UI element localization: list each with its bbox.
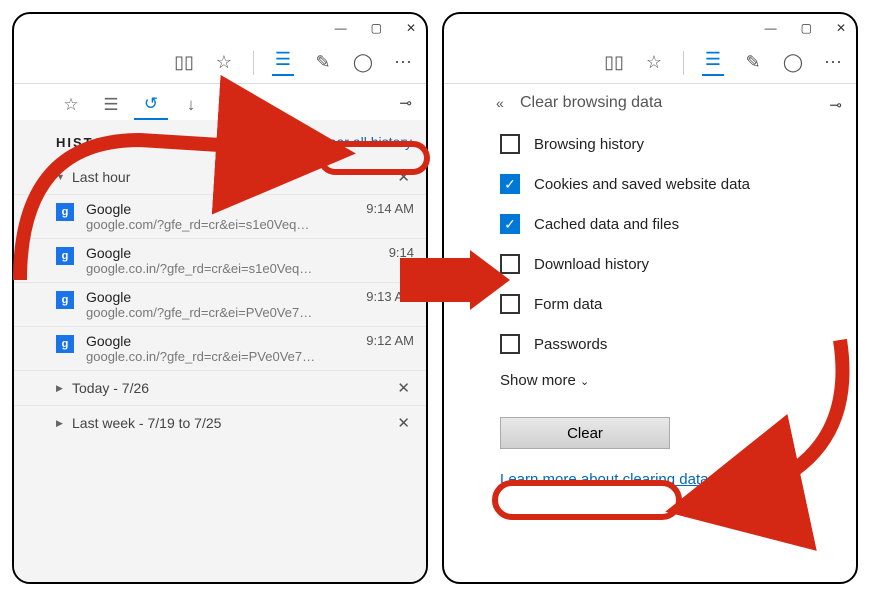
browser-toolbar: ▯▯ ☆ ☰ ✎ ◯ ⋯ xyxy=(14,42,426,84)
maximize-button[interactable]: ▢ xyxy=(371,21,382,35)
pin-icon[interactable]: ⊸ xyxy=(829,96,842,114)
history-group-last-hour[interactable]: ▼ Last hour ✕ xyxy=(14,160,426,194)
entry-time: 9:13 AM xyxy=(362,289,414,320)
entry-time: 9:14 AM xyxy=(362,201,414,232)
history-entry[interactable]: g Google google.com/?gfe_rd=cr&ei=s1e0Ve… xyxy=(14,194,426,238)
maximize-button[interactable]: ▢ xyxy=(801,21,812,35)
option-cookies[interactable]: ✓ Cookies and saved website data xyxy=(500,164,836,204)
google-favicon-icon: g xyxy=(56,291,74,309)
downloads-tab-icon[interactable]: ↓ xyxy=(174,90,208,120)
clear-data-header: « Clear browsing data ⊸ xyxy=(444,84,856,120)
option-form-data[interactable]: Form data xyxy=(500,284,836,324)
google-favicon-icon: g xyxy=(56,335,74,353)
entry-time: 9:14 xyxy=(385,245,414,276)
show-more-link[interactable]: Show more ⌄ xyxy=(444,364,856,389)
option-label: Cached data and files xyxy=(534,216,679,233)
delete-group-icon[interactable]: ✕ xyxy=(397,414,414,432)
checkbox-checked-icon[interactable]: ✓ xyxy=(500,214,520,234)
chevron-right-icon: ▶ xyxy=(56,418,72,429)
chevron-down-icon: ▼ xyxy=(56,172,72,182)
history-heading: HISTORY xyxy=(56,135,127,150)
learn-more-link[interactable]: Learn more about clearing data xyxy=(500,471,856,489)
option-label: Cookies and saved website data xyxy=(534,176,750,193)
delete-group-icon[interactable]: ✕ xyxy=(397,379,414,397)
favorite-star-icon[interactable]: ☆ xyxy=(213,52,235,73)
checkbox-icon[interactable] xyxy=(500,334,520,354)
history-group-label: Last week - 7/19 to 7/25 xyxy=(72,415,221,431)
history-tab-icon[interactable]: ↺ xyxy=(134,90,168,120)
history-group-today[interactable]: ▶ Today - 7/26 ✕ xyxy=(14,370,426,405)
option-cached[interactable]: ✓ Cached data and files xyxy=(500,204,836,244)
clear-options-list: Browsing history ✓ Cookies and saved web… xyxy=(444,120,856,364)
clear-all-history-link[interactable]: Clear all history xyxy=(316,134,412,150)
clear-button[interactable]: Clear xyxy=(500,417,670,449)
entry-title: Google xyxy=(86,289,362,305)
edge-window-clear-data: — ▢ ✕ ▯▯ ☆ ☰ ✎ ◯ ⋯ « Clear browsing data… xyxy=(442,12,858,584)
entry-time: 9:12 AM xyxy=(362,333,414,364)
google-favicon-icon: g xyxy=(56,247,74,265)
option-download-history[interactable]: Download history xyxy=(500,244,836,284)
more-icon[interactable]: ⋯ xyxy=(822,52,844,73)
entry-title: Google xyxy=(86,333,362,349)
entry-url: google.co.in/?gfe_rd=cr&ei=PVe0Ve7eNIu xyxy=(86,349,316,364)
option-passwords[interactable]: Passwords xyxy=(500,324,836,364)
reading-view-icon[interactable]: ▯▯ xyxy=(173,52,195,73)
entry-url: google.com/?gfe_rd=cr&ei=PVe0Ve7eNIu xyxy=(86,305,316,320)
browser-toolbar: ▯▯ ☆ ☰ ✎ ◯ ⋯ xyxy=(444,42,856,84)
history-group-label: Last hour xyxy=(72,169,130,185)
entry-url: google.com/?gfe_rd=cr&ei=s1e0Veq3DoO xyxy=(86,217,316,232)
reading-view-icon[interactable]: ▯▯ xyxy=(603,52,625,73)
webnote-icon[interactable]: ✎ xyxy=(312,52,334,73)
history-group-last-week[interactable]: ▶ Last week - 7/19 to 7/25 ✕ xyxy=(14,405,426,440)
google-favicon-icon: g xyxy=(56,203,74,221)
minimize-button[interactable]: — xyxy=(335,21,347,35)
pin-icon[interactable]: ⊸ xyxy=(399,94,412,112)
minimize-button[interactable]: — xyxy=(765,21,777,35)
entry-title: Google xyxy=(86,201,362,217)
toolbar-separator xyxy=(683,51,684,75)
window-titlebar: — ▢ ✕ xyxy=(444,14,856,42)
hub-tabs: ☆ ☰ ↺ ↓ ⊸ xyxy=(14,84,426,120)
entry-url: google.co.in/?gfe_rd=cr&ei=s1e0Veq3DoO xyxy=(86,261,316,276)
option-label: Passwords xyxy=(534,336,607,353)
history-entry[interactable]: g Google google.com/?gfe_rd=cr&ei=PVe0Ve… xyxy=(14,282,426,326)
reading-list-tab-icon[interactable]: ☰ xyxy=(94,90,128,120)
close-button[interactable]: ✕ xyxy=(836,21,846,35)
back-chevron-icon[interactable]: « xyxy=(496,95,504,111)
delete-group-icon[interactable]: ✕ xyxy=(397,168,414,186)
share-icon[interactable]: ◯ xyxy=(782,52,804,73)
history-entry[interactable]: g Google google.co.in/?gfe_rd=cr&ei=PVe0… xyxy=(14,326,426,370)
favorites-tab-icon[interactable]: ☆ xyxy=(54,90,88,120)
chevron-down-icon: ⌄ xyxy=(580,376,589,388)
history-group-label: Today - 7/26 xyxy=(72,380,149,396)
window-titlebar: — ▢ ✕ xyxy=(14,14,426,42)
checkbox-icon[interactable] xyxy=(500,134,520,154)
checkbox-icon[interactable] xyxy=(500,294,520,314)
webnote-icon[interactable]: ✎ xyxy=(742,52,764,73)
entry-title: Google xyxy=(86,245,385,261)
panel-title: Clear browsing data xyxy=(520,94,662,112)
history-entry[interactable]: g Google google.co.in/?gfe_rd=cr&ei=s1e0… xyxy=(14,238,426,282)
checkbox-icon[interactable] xyxy=(500,254,520,274)
option-browsing-history[interactable]: Browsing history xyxy=(500,124,836,164)
checkbox-checked-icon[interactable]: ✓ xyxy=(500,174,520,194)
close-button[interactable]: ✕ xyxy=(406,21,416,35)
share-icon[interactable]: ◯ xyxy=(352,52,374,73)
chevron-right-icon: ▶ xyxy=(56,383,72,394)
option-label: Download history xyxy=(534,256,649,273)
toolbar-separator xyxy=(253,51,254,75)
hub-icon[interactable]: ☰ xyxy=(272,49,294,76)
more-icon[interactable]: ⋯ xyxy=(392,52,414,73)
history-panel: HISTORY Clear all history ▼ Last hour ✕ … xyxy=(14,120,426,582)
favorite-star-icon[interactable]: ☆ xyxy=(643,52,665,73)
edge-window-history: — ▢ ✕ ▯▯ ☆ ☰ ✎ ◯ ⋯ ☆ ☰ ↺ ↓ ⊸ HISTORY Cle… xyxy=(12,12,428,584)
hub-icon[interactable]: ☰ xyxy=(702,49,724,76)
option-label: Browsing history xyxy=(534,136,644,153)
option-label: Form data xyxy=(534,296,602,313)
